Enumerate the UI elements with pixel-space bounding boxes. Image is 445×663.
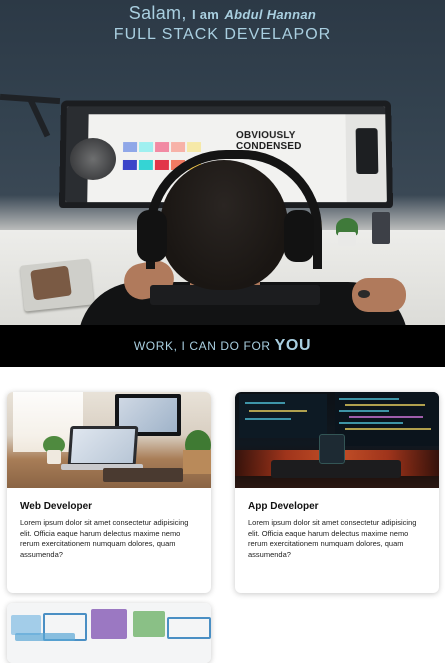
- service-card-web[interactable]: Web Developer Lorem ipsum dolor sit amet…: [7, 392, 211, 593]
- services-banner: WORK, I CAN DO FOR YOU: [0, 325, 445, 367]
- phone-image: [30, 265, 72, 301]
- card-title: Web Developer: [20, 501, 93, 512]
- author-name: Abdul Hannan: [224, 7, 317, 22]
- card-description: Lorem ipsum dolor sit amet consectetur a…: [248, 518, 417, 559]
- web-developer-image: [7, 392, 211, 488]
- hero-greeting: Salam, I am Abdul Hannan: [128, 3, 317, 23]
- screen-headline: OBVIOUSLY CONDENSED: [235, 130, 302, 153]
- card-title: App Developer: [248, 501, 319, 512]
- hero-section: OBVIOUSLY CONDENSED Salam, I am Abdul Ha…: [0, 0, 445, 325]
- microphone-image: [70, 138, 116, 180]
- lamp-arm-joint-image: [27, 98, 51, 138]
- speaker-image: [372, 212, 390, 244]
- card-description: Lorem ipsum dolor sit amet consectetur a…: [20, 518, 189, 559]
- service-card-design[interactable]: [7, 603, 211, 663]
- service-card-app[interactable]: App Developer Lorem ipsum dolor sit amet…: [235, 392, 439, 593]
- hero-subtitle: FULL STACK DEVELAPOR: [113, 26, 332, 43]
- wireframe-sketch-image: [7, 603, 211, 663]
- app-developer-image: [235, 392, 439, 488]
